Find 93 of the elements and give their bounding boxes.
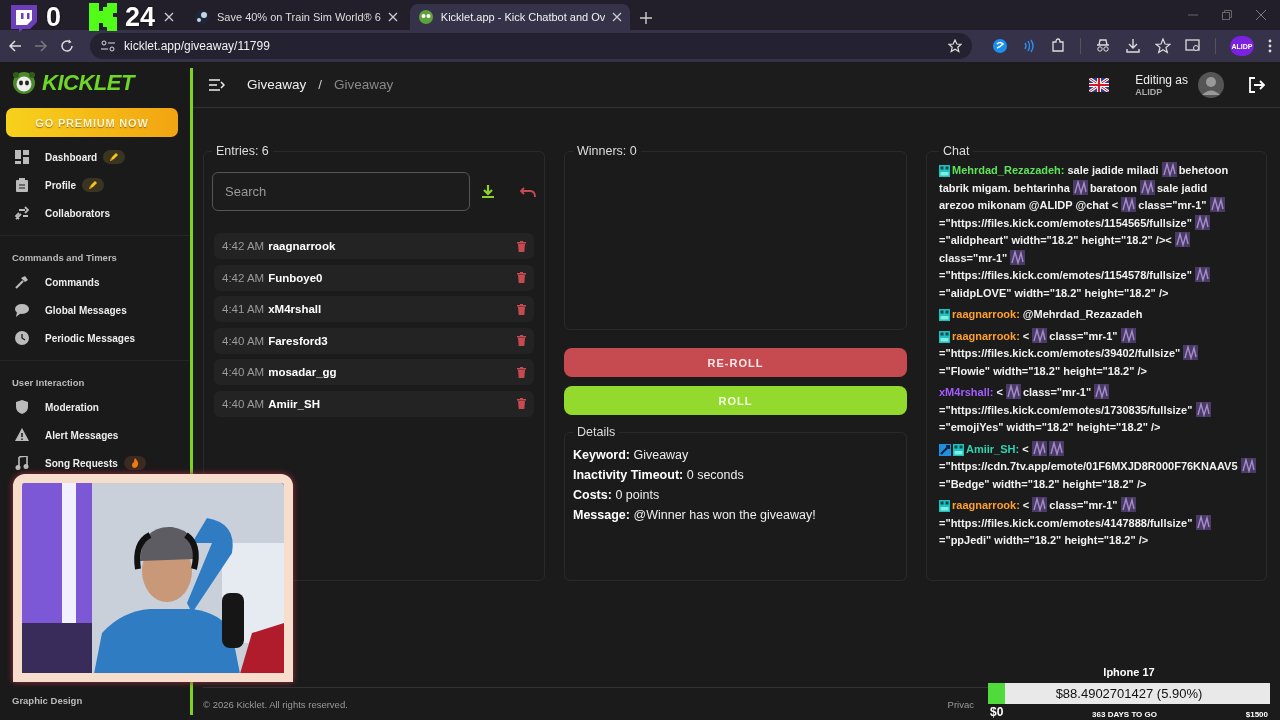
counter-value: 24 [125,1,156,33]
message-text: class="mr-1" [1049,329,1118,342]
message-text: class="mr-1" [1138,199,1207,211]
entry-name: raagnarrook [268,240,336,252]
detail-value: @Winner has won the giveaway! [633,508,816,522]
panel-title: Chat [942,145,971,158]
sidebar-item[interactable]: Commands [0,272,190,292]
entry-time: 4:42 AM [222,240,265,252]
panel-title: Entries: 6 [215,144,270,158]
goal-target: $1500 [1245,710,1268,719]
chat-username: raagnarrook: [952,499,1020,511]
message-text: ="alidpheart" width="18.2" height="18.2" />< [939,234,1172,246]
entry-time: 4:40 AM [222,397,265,410]
entry-time: 4:40 AM [222,366,265,378]
breadcrumb-link[interactable]: Giveaway [247,77,307,92]
url-text: kicklet.app/giveaway/11799 [124,39,271,53]
message-text: ="https://files.kick.com/emotes/4147888/fullsize" [939,516,1193,529]
message-text: ="ppJedi" width="18.2" height="18.2" /> [939,534,1149,546]
message-text: < [1022,442,1029,455]
message-text: sale jadid [1157,181,1208,194]
message-text: ="https://files.kick.com/emotes/1154565/fullsize" [939,216,1192,229]
section-heading: Commands and Timers [11,250,118,265]
sidebar-item[interactable]: Profile [0,175,190,195]
message-text: ="https://files.kick.com/emotes/1730835/fullsize" [939,403,1193,416]
browser-tab[interactable]: Kicklet.app - Kick Chatbot and Ov [409,4,631,30]
copyright-text: © 2026 Kicklet. All rights reserved. [203,698,348,710]
message-text: class="mr-1" [939,251,1008,264]
message-text: behetoon [1178,164,1229,176]
sidebar-item[interactable]: Dashboard [0,147,190,167]
message-text: < [1022,329,1030,342]
goal-title: Iphone 17 [1103,666,1155,680]
message-text: < [996,386,1003,398]
detail-value: 0 points [615,488,660,502]
detail-label: Inactivity Timeout: [573,468,684,482]
message-text: sale jadide miladi [1067,164,1159,176]
chat-username: raagnarrook: [952,308,1020,320]
sidebar-item[interactable]: Collaborators [0,203,190,223]
message-text: ="Flowie" width="18.2" height="18.2" /> [939,364,1147,377]
message-text: < [1022,499,1030,511]
entry-time: 4:42 AM [222,271,265,284]
message-text: baratoon [1089,181,1137,194]
message-text: ="https://cdn.7tv.app/emote/01F6MXJD8R000F76KNAAV5 [939,460,1238,472]
counter-value: 0 [46,1,62,33]
message-text: ="https://files.kick.com/emotes/1154578/fullsize" [939,269,1192,281]
entry-name: Faresford3 [268,334,328,347]
message-text: ="Bedge" width="18.2" height="18.2" /> [939,477,1147,490]
chat-username: Amiir_SH: [966,442,1020,455]
section-heading: Graphic Design [11,695,84,708]
goal-days-left: 363 DAYS TO GO [1092,710,1157,719]
sidebar-item[interactable]: Alert Messages [0,425,190,445]
sidebar-item[interactable]: Global Messages [0,300,190,320]
entry-time: 4:41 AM [222,303,265,315]
entry-name: mosadar_gg [268,366,337,378]
tab-title: Kicklet.app - Kick Chatbot and Ov [440,11,606,23]
section-heading: User Interaction [11,375,86,390]
address-bar[interactable]: kicklet.app/giveaway/11799 [90,33,972,59]
message-text: tabrik migam. behtarinha [939,181,1070,194]
sidebar-item[interactable]: Moderation [0,397,190,417]
logo-text: KICKLET [42,70,134,96]
search-field[interactable]: Search [212,172,470,211]
user-name: ALIDP [1135,86,1163,97]
breadcrumb-separator: / [318,77,323,92]
message-text: class="mr-1" [1049,499,1118,511]
message-text: ="emojiYes" width="18.2" height="18.2" /> [939,421,1161,433]
sidebar-item[interactable]: Periodic Messages [0,328,190,348]
chat-username: raagnarrook: [952,329,1020,342]
panel-title: Winners: 0 [576,144,638,158]
chat-username: Mehrdad_Rezazadeh: [952,164,1065,176]
detail-label: Costs: [573,488,612,502]
message-text: class="mr-1" [1022,386,1092,398]
tab-title: Save 40% on Train Sim World® 6 [217,11,381,23]
goal-start: $0 [990,705,1004,719]
panel-title: Details [576,425,617,439]
chat-username: xM4rshall: [939,386,994,398]
editing-label: Editing as [1135,72,1188,87]
entry-name: xM4rshall [268,303,322,315]
browser-tab[interactable]: Save 40% on Train Sim World® 6 [186,4,406,30]
entry-name: Amiir_SH [268,397,320,410]
privacy-link[interactable]: Privac [947,698,974,710]
message-text: @Mehrdad_Rezazadeh [1022,308,1143,320]
reroll-button[interactable]: RE-ROLL [564,348,907,377]
entry-name: Funboye0 [268,271,323,284]
entry-time: 4:40 AM [222,334,265,347]
sidebar-item[interactable]: Song Requests [0,453,190,473]
breadcrumb-current: Giveaway [334,77,394,92]
detail-label: Keyword: [573,448,630,462]
message-text: ="https://files.kick.com/emotes/39402/fullsize" [939,347,1181,359]
message-text: ="alidpLOVE" width="18.2" height="18.2" /> [939,286,1169,299]
detail-value: Giveaway [633,448,689,462]
detail-label: Message: [573,508,630,522]
detail-value: 0 seconds [686,468,744,482]
message-text: arezoo mikonam @ALIDP @chat < [939,199,1119,211]
goal-amount: $88.4902701427 (5.90%) [1055,686,1203,701]
